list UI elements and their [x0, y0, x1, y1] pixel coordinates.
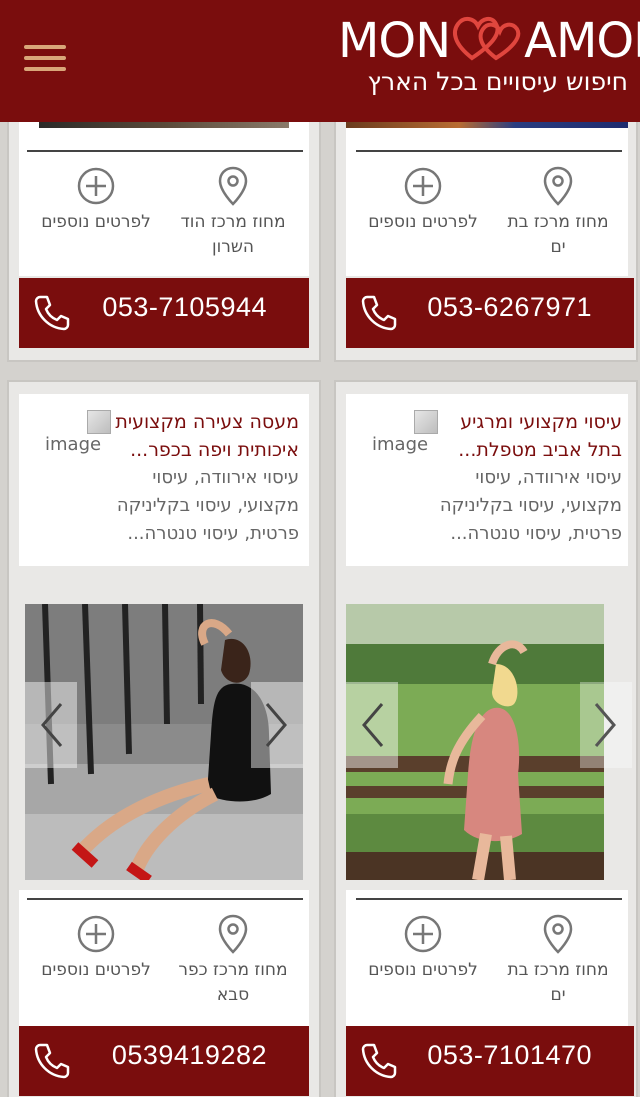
more-details-text: לפרטים נוספים [368, 212, 478, 232]
logo-tagline: חיפוש עיסויים בכל הארץ [367, 67, 628, 96]
plus-circle-icon [77, 167, 115, 205]
location-pin-icon [543, 914, 573, 954]
card-divider [27, 898, 303, 900]
more-details-text: לפרטים נוספים [41, 212, 151, 232]
site-logo[interactable]: MON AMOR חיפוש עיסויים בכל הארץ [338, 13, 640, 104]
chevron-left-icon [41, 703, 63, 747]
phone-number: 0539419282 [111, 1040, 267, 1070]
more-details-link[interactable]: לפרטים נוספים [31, 914, 161, 983]
location-info: מחוז מרכז בת ים [498, 914, 618, 1008]
call-button[interactable]: 053-7101470 [346, 1026, 634, 1096]
image-alt-text: image [372, 434, 429, 455]
location-info: מחוז מרכז הוד השרון [173, 166, 293, 260]
prev-slide-arrow[interactable] [346, 682, 398, 768]
card-divider [27, 150, 303, 152]
image-alt-text: image [45, 434, 102, 455]
more-details-link[interactable]: לפרטים נוספים [31, 166, 161, 235]
listing-card: עיסוי מקצועי ומרגיע בתל אביב מטפלת... im… [334, 380, 638, 1097]
next-slide-arrow[interactable] [251, 682, 303, 768]
location-pin-icon [543, 166, 573, 206]
hearts-logo-icon [450, 14, 524, 62]
phone-icon [361, 1043, 397, 1079]
location-text: מחוז מרכז הוד השרון [180, 212, 286, 257]
location-pin-icon [218, 914, 248, 954]
call-button[interactable]: 0539419282 [19, 1026, 309, 1096]
listing-description: עיסוי אירוודה, עיסוי מקצועי, עיסוי בקלינ… [116, 467, 299, 544]
card-divider [356, 898, 622, 900]
location-pin-icon [218, 166, 248, 206]
chevron-left-icon [362, 703, 384, 747]
call-button[interactable]: 053-6267971 [346, 278, 634, 348]
location-text: מחוז מרכז כפר סבא [178, 960, 288, 1005]
phone-icon [361, 295, 397, 331]
app-header: MON AMOR חיפוש עיסויים בכל הארץ [0, 0, 640, 122]
location-text: מחוז מרכז בת ים [507, 212, 609, 257]
prev-slide-arrow[interactable] [25, 682, 77, 768]
phone-number: 053-7105944 [102, 292, 267, 322]
logo-text-left: MON [338, 13, 451, 69]
more-details-text: לפרטים נוספים [368, 960, 478, 980]
location-info: מחוז מרכז כפר סבא [173, 914, 293, 1008]
location-info: מחוז מרכז בת ים [498, 166, 618, 260]
chevron-right-icon [594, 703, 616, 747]
phone-number: 053-6267971 [427, 292, 592, 322]
listing-title[interactable]: עיסוי מקצועי ומרגיע בתל אביב מטפלת... [436, 408, 622, 464]
more-details-link[interactable]: לפרטים נוספים [358, 166, 488, 235]
plus-circle-icon [404, 915, 442, 953]
phone-number: 053-7101470 [427, 1040, 592, 1070]
broken-image-icon: image [45, 410, 111, 455]
phone-icon [34, 295, 70, 331]
card-divider [356, 150, 622, 152]
plus-circle-icon [77, 915, 115, 953]
call-button[interactable]: 053-7105944 [19, 278, 309, 348]
logo-text-right: AMOR [524, 13, 640, 69]
listing-card: מעסה צעירה מקצועית איכותית ויפה בכפר... … [7, 380, 321, 1097]
broken-image-icon: image [372, 410, 438, 455]
plus-circle-icon [404, 167, 442, 205]
chevron-right-icon [265, 703, 287, 747]
hamburger-menu-icon[interactable] [24, 45, 66, 77]
more-details-link[interactable]: לפרטים נוספים [358, 914, 488, 983]
location-text: מחוז מרכז בת ים [507, 960, 609, 1005]
next-slide-arrow[interactable] [580, 682, 632, 768]
listing-title[interactable]: מעסה צעירה מקצועית איכותית ויפה בכפר... [109, 408, 299, 464]
phone-icon [34, 1043, 70, 1079]
listing-description: עיסוי אירוודה, עיסוי מקצועי, עיסוי בקלינ… [439, 467, 622, 544]
more-details-text: לפרטים נוספים [41, 960, 151, 980]
